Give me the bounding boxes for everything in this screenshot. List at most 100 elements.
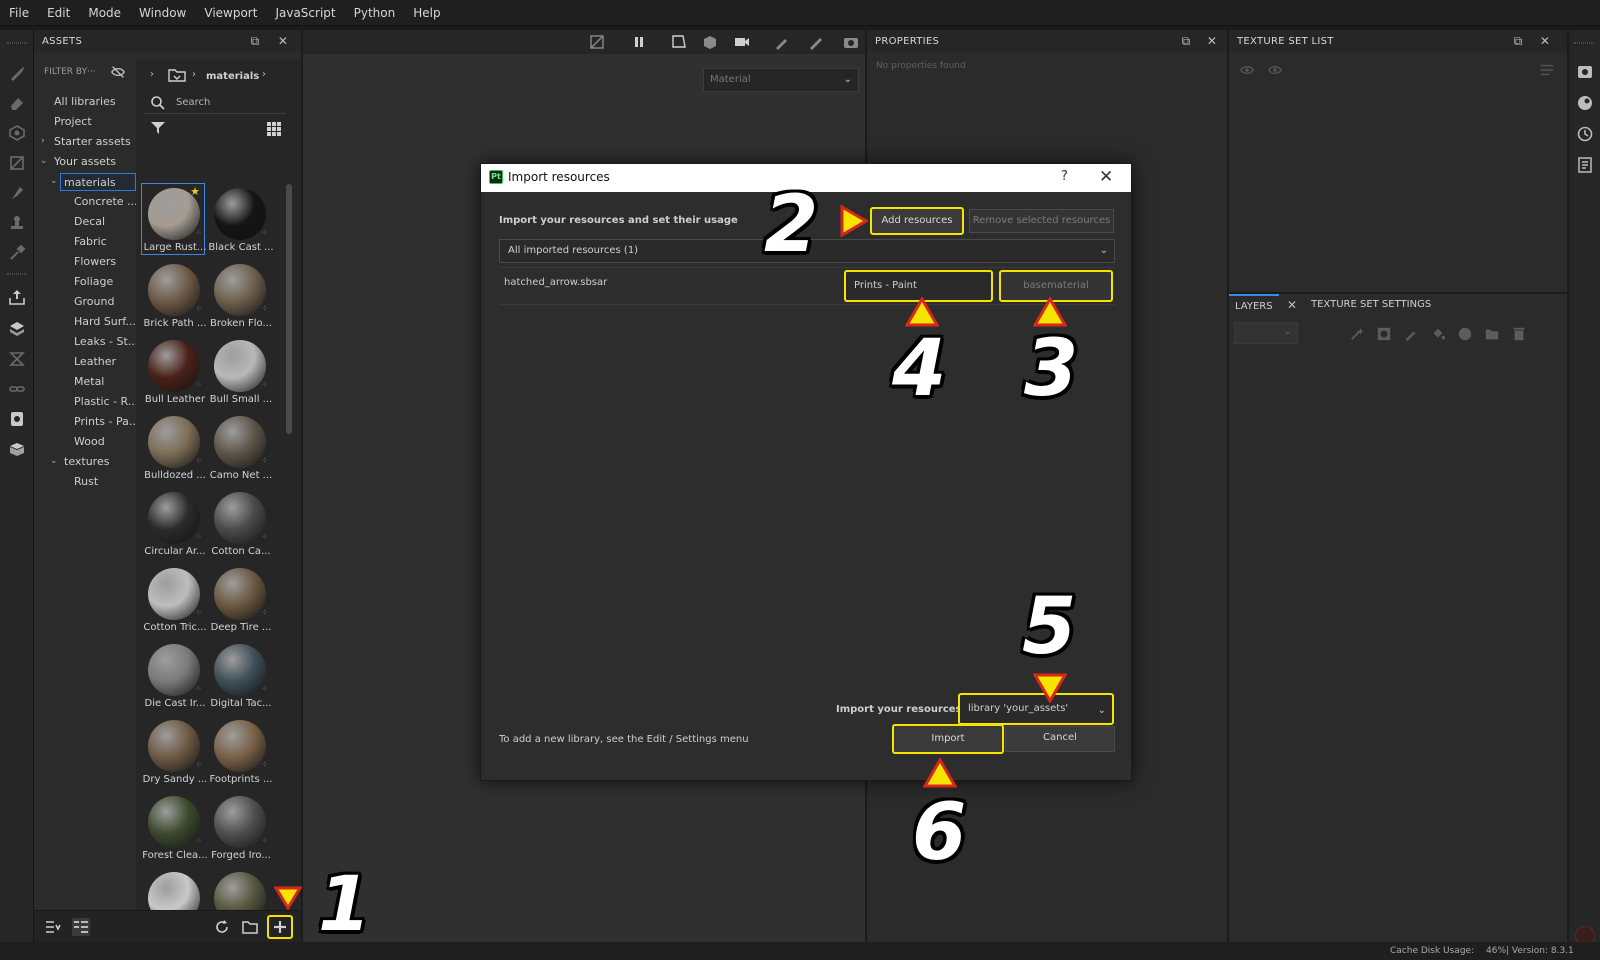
asset-tile[interactable]: ⁘ Forged Iro... bbox=[208, 792, 271, 862]
tree-folder[interactable]: Metal bbox=[74, 373, 104, 391]
add-effect-icon[interactable] bbox=[1457, 326, 1473, 342]
delete-icon[interactable] bbox=[1511, 326, 1527, 342]
asset-tile[interactable]: ⁘ Die Cast Ir... bbox=[142, 640, 205, 710]
menu-edit[interactable]: Edit bbox=[38, 0, 79, 26]
tree-folder[interactable]: Rust bbox=[74, 473, 98, 491]
asset-tile[interactable]: ⁘ Bulldozed ... bbox=[142, 412, 206, 482]
menu-file[interactable]: File bbox=[0, 0, 38, 26]
filter-by-label[interactable]: FILTER BY··· bbox=[44, 67, 96, 77]
asset-tile[interactable]: ⁘ Cotton Tric... bbox=[142, 564, 207, 634]
tree-folder[interactable]: Plastic - R... bbox=[74, 393, 138, 411]
tree-folder[interactable]: Hard Surf... bbox=[74, 313, 136, 331]
tree-folder[interactable]: Decal bbox=[74, 213, 105, 231]
tree-folder[interactable]: Leather bbox=[74, 353, 116, 371]
projection-icon[interactable] bbox=[8, 124, 26, 142]
tree-materials[interactable]: materials bbox=[60, 173, 136, 191]
filter-icon[interactable] bbox=[150, 120, 166, 136]
asset-tile[interactable]: ⁘ Cotton Ca... bbox=[208, 488, 271, 558]
menu-viewport[interactable]: Viewport bbox=[195, 0, 266, 26]
add-resources-button[interactable]: Add resources bbox=[870, 207, 964, 235]
toolbar-grip[interactable] bbox=[7, 42, 27, 44]
add-fill-layer-icon[interactable] bbox=[1430, 326, 1446, 342]
import-button[interactable]: Import bbox=[892, 724, 1004, 754]
grid-view-icon[interactable] bbox=[266, 121, 282, 137]
hide-filter-icon[interactable] bbox=[110, 64, 126, 80]
paint-icon[interactable] bbox=[807, 33, 825, 51]
menu-window[interactable]: Window bbox=[130, 0, 195, 26]
magic-wand-icon[interactable] bbox=[1349, 326, 1365, 342]
hide-geometry-icon[interactable] bbox=[588, 33, 606, 51]
favorite-star-icon[interactable]: ★ bbox=[190, 185, 200, 198]
tree-folder[interactable]: Foliage bbox=[74, 273, 113, 291]
tree-project[interactable]: Project bbox=[54, 113, 92, 131]
tree-folder[interactable]: Fabric bbox=[74, 233, 107, 251]
color-picker-icon[interactable] bbox=[8, 244, 26, 262]
polygon-fill-icon[interactable] bbox=[8, 154, 26, 172]
list-view-icon[interactable] bbox=[44, 918, 62, 936]
chevron-right-icon[interactable]: › bbox=[262, 69, 266, 80]
tree-folder[interactable]: Ground bbox=[74, 293, 114, 311]
log-icon[interactable] bbox=[1576, 156, 1594, 174]
cancel-button[interactable]: Cancel bbox=[1005, 726, 1115, 752]
assets-scrollbar[interactable] bbox=[286, 184, 292, 434]
remove-selected-button[interactable]: Remove selected resources bbox=[969, 209, 1114, 233]
cube-icon[interactable] bbox=[701, 33, 719, 51]
menu-mode[interactable]: Mode bbox=[79, 0, 130, 26]
resource-name[interactable]: hatched_arrow.sbsar bbox=[504, 277, 607, 288]
grouped-view-icon[interactable] bbox=[72, 918, 90, 936]
eraser-icon[interactable] bbox=[8, 94, 26, 112]
visibility-off-icon[interactable] bbox=[1239, 62, 1255, 78]
smudge-icon[interactable] bbox=[8, 184, 26, 202]
link-icon[interactable] bbox=[8, 380, 26, 398]
menu-python[interactable]: Python bbox=[345, 0, 405, 26]
toolbar-grip[interactable] bbox=[7, 273, 27, 275]
chevron-right-icon[interactable]: › bbox=[150, 69, 154, 80]
chevron-down-icon[interactable]: ⌄ bbox=[50, 456, 58, 466]
clone-stamp-icon[interactable] bbox=[8, 214, 26, 232]
tree-starter-assets[interactable]: Starter assets bbox=[54, 133, 131, 151]
chevron-right-icon[interactable]: › bbox=[41, 136, 45, 146]
asset-tile[interactable]: ⁘ Black Cast ... bbox=[208, 184, 274, 254]
asset-tile[interactable]: ⁘ Broken Flo... bbox=[208, 260, 272, 330]
menu-help[interactable]: Help bbox=[404, 0, 449, 26]
box-icon[interactable] bbox=[8, 440, 26, 458]
tab-layers[interactable]: LAYERS bbox=[1229, 294, 1279, 316]
tree-folder[interactable]: Wood bbox=[74, 433, 105, 451]
list-settings-icon[interactable] bbox=[1539, 62, 1555, 78]
history-icon[interactable] bbox=[1576, 125, 1594, 143]
camera-icon[interactable] bbox=[733, 33, 751, 51]
asset-tile[interactable]: ⁘ Deep Tire ... bbox=[208, 564, 271, 634]
chevron-down-icon[interactable]: ⌄ bbox=[40, 156, 48, 166]
add-folder-icon[interactable] bbox=[1484, 326, 1500, 342]
float-panel-icon[interactable]: ⧉ bbox=[1511, 34, 1525, 48]
document-settings-icon[interactable] bbox=[8, 410, 26, 428]
search-input[interactable]: Search bbox=[176, 97, 210, 108]
tree-folder[interactable]: Concrete ... bbox=[74, 193, 138, 211]
add-paint-layer-icon[interactable] bbox=[1403, 326, 1419, 342]
eye-icon[interactable] bbox=[1267, 62, 1283, 78]
asset-tile[interactable]: ⁘ Dry Sandy ... bbox=[142, 716, 207, 786]
import-resources-button[interactable] bbox=[267, 915, 293, 939]
close-icon[interactable]: ✕ bbox=[1099, 167, 1113, 187]
new-folder-icon[interactable] bbox=[241, 918, 259, 936]
tree-your-assets[interactable]: Your assets bbox=[54, 153, 116, 171]
screenshot-icon[interactable] bbox=[842, 33, 860, 51]
refresh-icon[interactable] bbox=[213, 918, 231, 936]
tree-folder[interactable]: Flowers bbox=[74, 253, 116, 271]
asset-tile[interactable]: ⁘ Brick Path ... bbox=[142, 260, 206, 330]
folder-icon[interactable] bbox=[168, 67, 186, 83]
asset-tile[interactable]: ⁘ Bull Leather bbox=[142, 336, 205, 406]
chevron-down-icon[interactable]: ⌄ bbox=[50, 176, 58, 186]
asset-tile[interactable]: ⁘ ★ Large Rust... bbox=[141, 183, 206, 255]
measure-icon[interactable] bbox=[8, 350, 26, 368]
export-icon[interactable] bbox=[8, 288, 26, 306]
tab-texture-set-settings[interactable]: TEXTURE SET SETTINGS bbox=[1305, 294, 1437, 316]
tree-folder[interactable]: Leaks - St... bbox=[74, 333, 138, 351]
breadcrumb-materials[interactable]: materials bbox=[206, 71, 259, 82]
selection-mode-icon[interactable] bbox=[670, 33, 688, 51]
tree-folder[interactable]: Prints - Pa... bbox=[74, 413, 139, 431]
close-tab-icon[interactable]: ✕ bbox=[1285, 298, 1299, 312]
display-settings-icon[interactable] bbox=[1576, 63, 1594, 81]
menu-javascript[interactable]: JavaScript bbox=[266, 0, 344, 26]
help-icon[interactable]: ? bbox=[1061, 169, 1068, 184]
